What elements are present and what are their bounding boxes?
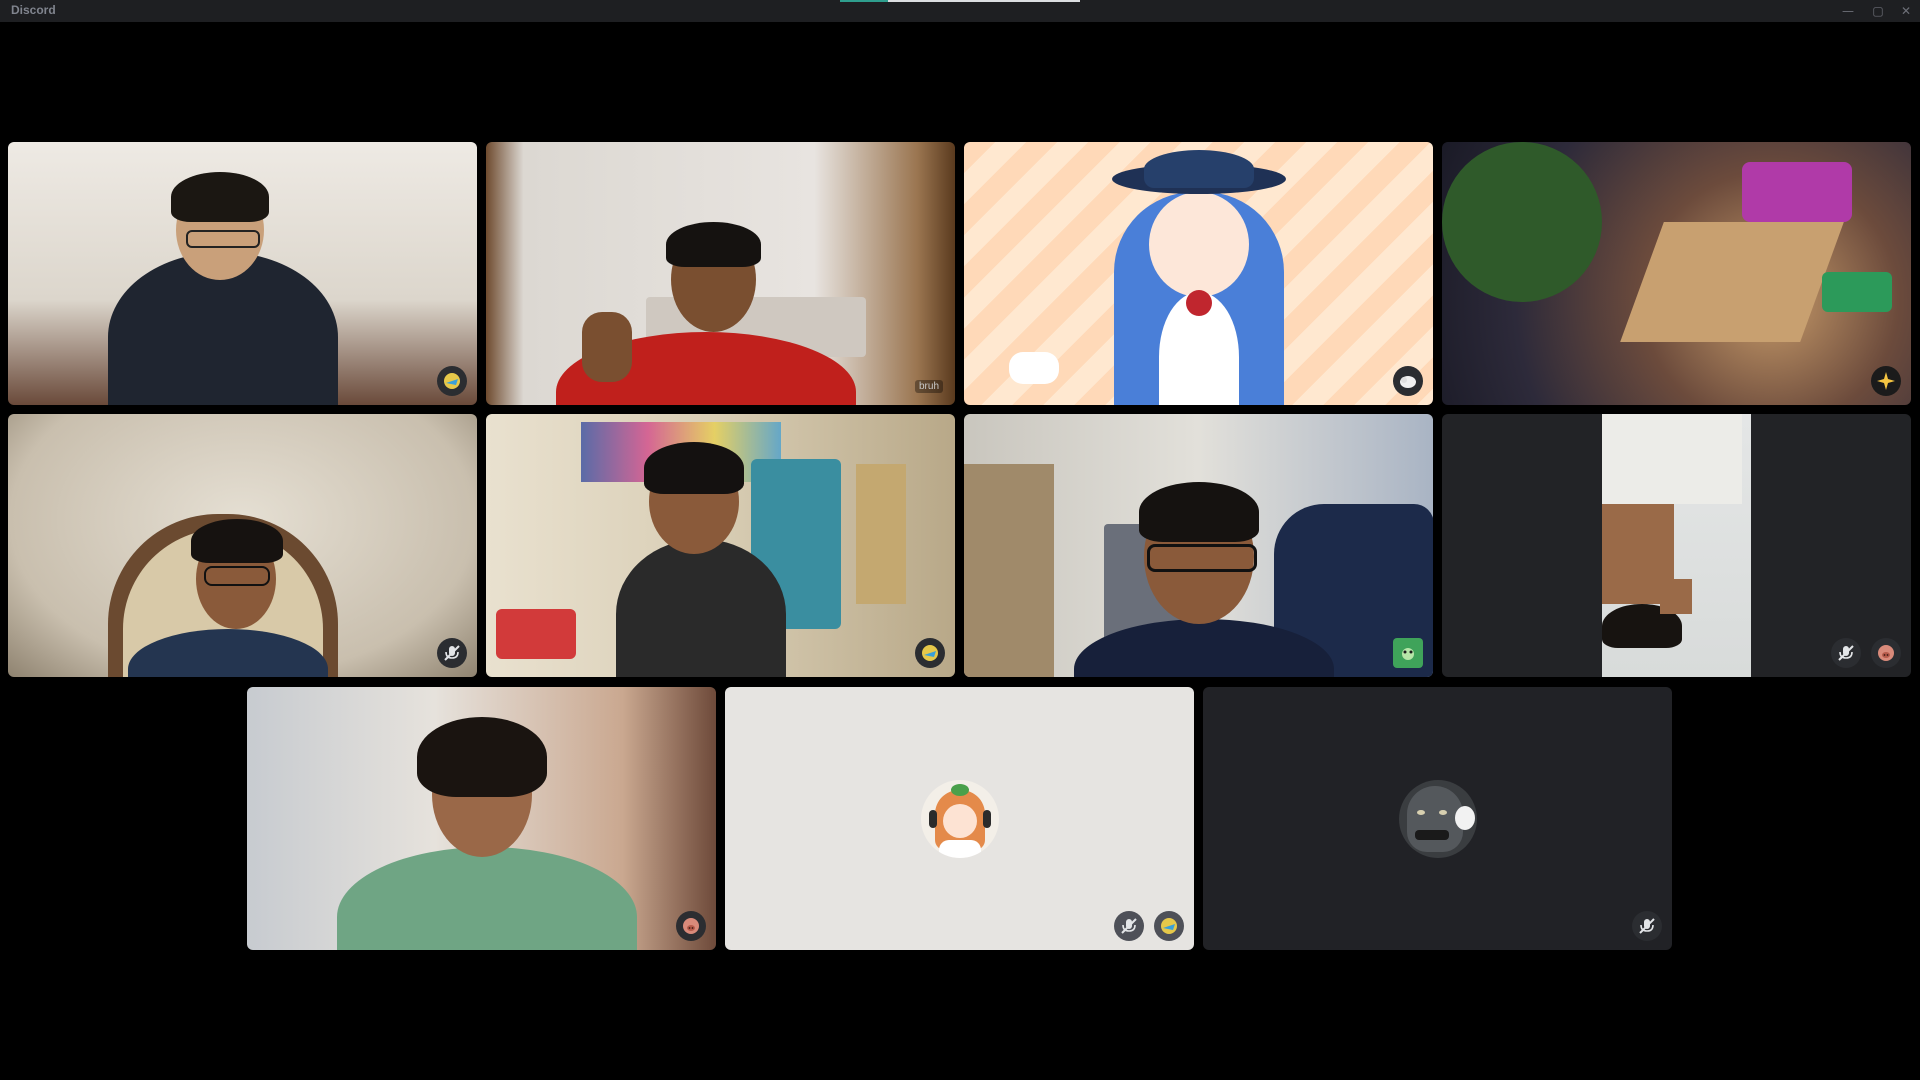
anime-girl-headset-avatar — [921, 780, 999, 858]
video-tile-participant-4[interactable] — [1442, 142, 1911, 405]
crest-icon — [1154, 911, 1184, 941]
pig-icon — [1871, 638, 1901, 668]
godzilla-avatar — [1399, 780, 1477, 858]
video-tile-participant-3[interactable] — [964, 142, 1433, 405]
webcam-feed — [486, 142, 955, 405]
video-tile-participant-2[interactable]: bruh — [486, 142, 955, 405]
crest-icon — [437, 366, 467, 396]
video-tile-participant-8[interactable] — [1442, 414, 1911, 677]
app-title: Discord — [11, 3, 56, 17]
frog-icon — [1393, 638, 1423, 668]
webcam-feed — [8, 414, 477, 677]
video-tile-participant-1[interactable] — [8, 142, 477, 405]
participant-name-tag: bruh — [914, 380, 943, 393]
webcam-feed-portrait — [1602, 414, 1751, 677]
loading-progress-bar — [840, 0, 1080, 2]
game-screenshare-feed — [1442, 142, 1911, 405]
webcam-feed — [8, 142, 477, 405]
vtuber-avatar-feed — [964, 142, 1433, 405]
progress-fill — [840, 0, 888, 2]
video-tile-participant-7[interactable] — [964, 414, 1433, 677]
avatar-tile-participant-10[interactable] — [725, 687, 1194, 950]
video-tile-participant-6[interactable] — [486, 414, 955, 677]
sheep-icon — [1393, 366, 1423, 396]
pig-icon — [676, 911, 706, 941]
close-button[interactable]: ✕ — [1893, 2, 1919, 20]
webcam-feed — [247, 687, 716, 950]
mic-muted-icon — [1114, 911, 1144, 941]
mic-muted-icon — [437, 638, 467, 668]
window-titlebar: Discord — ▢ ✕ — [0, 0, 1920, 22]
avatar-tile-participant-11[interactable] — [1203, 687, 1672, 950]
minimize-button[interactable]: — — [1835, 2, 1861, 20]
video-tile-participant-5[interactable] — [8, 414, 477, 677]
maximize-button[interactable]: ▢ — [1865, 2, 1891, 20]
progress-track — [888, 0, 1080, 2]
video-tile-participant-9[interactable] — [247, 687, 716, 950]
webcam-feed — [486, 414, 955, 677]
crest-icon — [915, 638, 945, 668]
mic-muted-icon — [1831, 638, 1861, 668]
sparkle-icon — [1871, 366, 1901, 396]
webcam-feed — [964, 414, 1433, 677]
mic-muted-icon — [1632, 911, 1662, 941]
